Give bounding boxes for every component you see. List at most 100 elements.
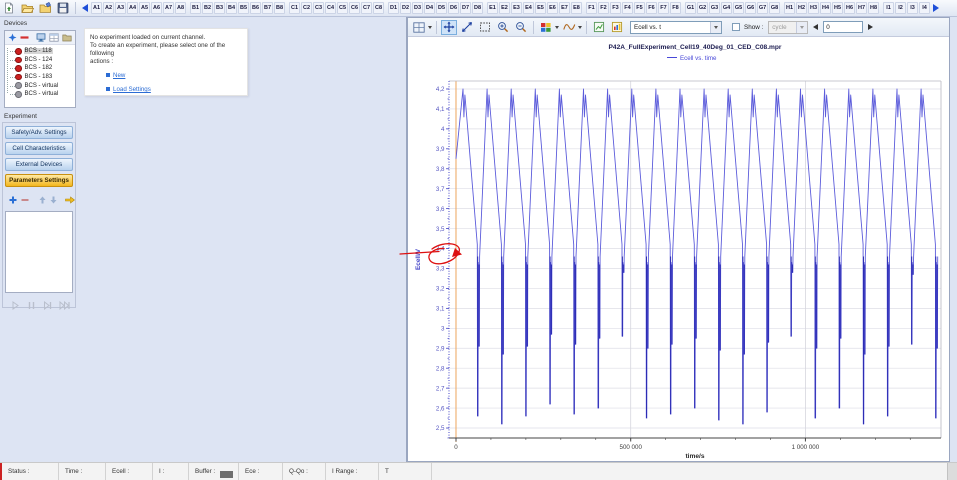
- channel-button-g2[interactable]: G2: [697, 2, 708, 14]
- channel-scroll-right-icon[interactable]: [933, 4, 939, 12]
- channel-button-f6[interactable]: F6: [646, 2, 657, 14]
- combo-arrow[interactable]: [710, 22, 721, 33]
- cycle-next-icon[interactable]: [868, 24, 873, 30]
- channel-button-c5[interactable]: C5: [337, 2, 348, 14]
- device-tree-item[interactable]: BCS - 124: [8, 56, 75, 65]
- folder-icon[interactable]: [62, 29, 72, 47]
- channel-button-h2[interactable]: H2: [796, 2, 807, 14]
- step-last-icon[interactable]: [59, 297, 70, 315]
- channel-button-g4[interactable]: G4: [721, 2, 732, 14]
- channel-button-c6[interactable]: C6: [349, 2, 360, 14]
- cycle-prev-icon[interactable]: [813, 24, 818, 30]
- modify-settings-icon[interactable]: [37, 1, 53, 15]
- channel-button-g5[interactable]: G5: [733, 2, 744, 14]
- new-settings-icon[interactable]: [1, 1, 17, 15]
- channel-button-i4[interactable]: I4: [919, 2, 930, 14]
- play-icon[interactable]: [11, 297, 20, 315]
- channel-button-d2[interactable]: D2: [400, 2, 411, 14]
- channel-button-a1[interactable]: A1: [91, 2, 102, 14]
- device-tree-item[interactable]: BCS - 118: [8, 47, 75, 56]
- channel-button-g8[interactable]: G8: [769, 2, 780, 14]
- show-checkbox[interactable]: [732, 23, 740, 31]
- channel-button-c8[interactable]: C8: [373, 2, 384, 14]
- cycle-combobox[interactable]: cycle: [768, 21, 808, 34]
- channel-button-c7[interactable]: C7: [361, 2, 372, 14]
- channel-button-a2[interactable]: A2: [103, 2, 114, 14]
- channel-button-e6[interactable]: E6: [547, 2, 558, 14]
- channel-button-e3[interactable]: E3: [511, 2, 522, 14]
- parameters-settings-button[interactable]: Parameters Settings: [5, 174, 73, 187]
- graph-colors-caret-icon[interactable]: [555, 26, 559, 29]
- channel-button-d8[interactable]: D8: [472, 2, 483, 14]
- channel-button-e4[interactable]: E4: [523, 2, 534, 14]
- channel-button-h5[interactable]: H5: [832, 2, 843, 14]
- move-step-down-icon[interactable]: [50, 191, 57, 209]
- ecell-vs-time-chart[interactable]: 4,24,143,93,83,73,63,53,43,33,23,132,92,…: [408, 37, 949, 461]
- channel-button-b7[interactable]: B7: [262, 2, 273, 14]
- channel-button-c3[interactable]: C3: [313, 2, 324, 14]
- channel-button-b8[interactable]: B8: [274, 2, 285, 14]
- channel-button-d3[interactable]: D3: [412, 2, 423, 14]
- channel-button-h8[interactable]: H8: [868, 2, 879, 14]
- remove-device-icon[interactable]: [20, 29, 29, 47]
- channel-button-b6[interactable]: B6: [250, 2, 261, 14]
- device-tree-item[interactable]: BCS - 183: [8, 73, 75, 82]
- channel-button-f3[interactable]: F3: [610, 2, 621, 14]
- cell-characteristics-button[interactable]: Cell Characteristics: [5, 142, 73, 155]
- graph-properties-icon[interactable]: [609, 20, 625, 35]
- channel-button-b2[interactable]: B2: [202, 2, 213, 14]
- channel-button-g1[interactable]: G1: [685, 2, 696, 14]
- channel-button-a8[interactable]: A8: [175, 2, 186, 14]
- pan-tool-icon[interactable]: [441, 20, 457, 35]
- plot-type-combobox[interactable]: Ecell vs. t: [630, 21, 722, 34]
- channel-button-a6[interactable]: A6: [151, 2, 162, 14]
- channel-button-b3[interactable]: B3: [214, 2, 225, 14]
- curve-style-caret-icon[interactable]: [578, 26, 582, 29]
- channel-button-a4[interactable]: A4: [127, 2, 138, 14]
- open-folder-icon[interactable]: [19, 1, 35, 15]
- channel-button-i2[interactable]: I2: [895, 2, 906, 14]
- channel-button-h4[interactable]: H4: [820, 2, 831, 14]
- combo-arrow[interactable]: [796, 22, 807, 33]
- channel-button-c2[interactable]: C2: [301, 2, 312, 14]
- channel-scroll-left-icon[interactable]: [82, 4, 88, 12]
- channel-button-h7[interactable]: H7: [856, 2, 867, 14]
- add-step-icon[interactable]: [9, 191, 17, 209]
- channel-button-i3[interactable]: I3: [907, 2, 918, 14]
- device-tree-item[interactable]: BCS - virtual: [8, 81, 75, 90]
- channel-button-d4[interactable]: D4: [424, 2, 435, 14]
- new-experiment-link[interactable]: New: [113, 71, 125, 80]
- manual-scale-icon[interactable]: [459, 20, 475, 35]
- channel-button-i1[interactable]: I1: [883, 2, 894, 14]
- channel-button-f1[interactable]: F1: [586, 2, 597, 14]
- channel-button-b1[interactable]: B1: [190, 2, 201, 14]
- channel-button-e7[interactable]: E7: [559, 2, 570, 14]
- parameters-list[interactable]: [5, 211, 73, 293]
- external-devices-button[interactable]: External Devices: [5, 158, 73, 171]
- move-step-up-icon[interactable]: [39, 191, 46, 209]
- channel-button-g7[interactable]: G7: [757, 2, 768, 14]
- channel-button-d5[interactable]: D5: [436, 2, 447, 14]
- channel-button-h1[interactable]: H1: [784, 2, 795, 14]
- channel-button-b4[interactable]: B4: [226, 2, 237, 14]
- channel-button-g6[interactable]: G6: [745, 2, 756, 14]
- step-next-icon[interactable]: [43, 297, 52, 315]
- load-settings-link[interactable]: Load Settings: [113, 85, 151, 94]
- table-view-icon[interactable]: [49, 29, 59, 47]
- safety-adv-settings-button[interactable]: Safety/Adv. Settings: [5, 126, 73, 139]
- device-tree-item[interactable]: BCS - virtual: [8, 90, 75, 99]
- channel-button-e1[interactable]: E1: [487, 2, 498, 14]
- curve-style-icon[interactable]: [561, 20, 577, 35]
- channel-button-e8[interactable]: E8: [571, 2, 582, 14]
- channel-button-h6[interactable]: H6: [844, 2, 855, 14]
- channel-button-d7[interactable]: D7: [460, 2, 471, 14]
- save-icon[interactable]: [55, 1, 71, 15]
- zoom-box-icon[interactable]: [477, 20, 493, 35]
- channel-button-a3[interactable]: A3: [115, 2, 126, 14]
- channel-button-b5[interactable]: B5: [238, 2, 249, 14]
- channel-button-h3[interactable]: H3: [808, 2, 819, 14]
- device-tree-item[interactable]: BCS - 182: [8, 64, 75, 73]
- device-monitor-icon[interactable]: [36, 29, 46, 47]
- remove-step-icon[interactable]: [21, 191, 29, 209]
- channel-button-f5[interactable]: F5: [634, 2, 645, 14]
